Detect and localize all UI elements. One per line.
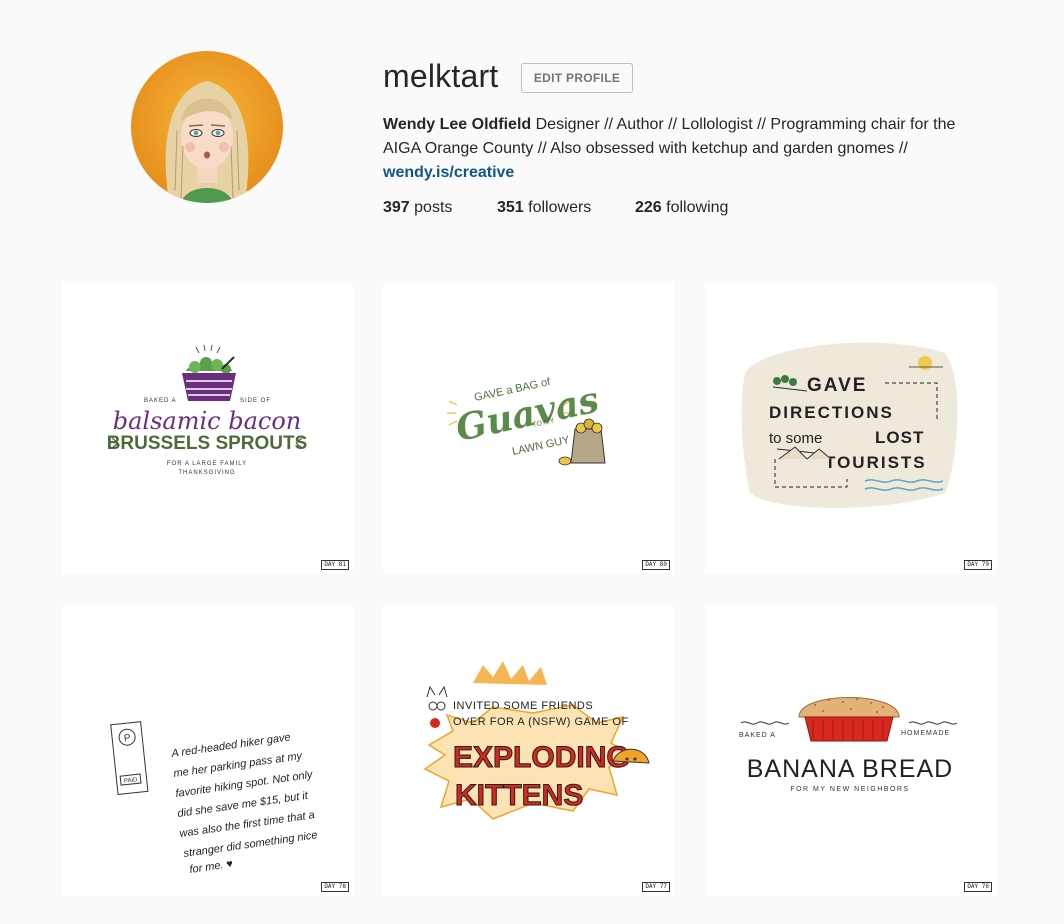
edit-profile-button[interactable]: EDIT PROFILE — [521, 63, 633, 93]
post-illustration: P PAID A red-headed hiker gave me her pa… — [110, 721, 318, 876]
post-text-line: BAKED A — [739, 732, 776, 739]
post-thumbnail[interactable]: BAKED A SIDE OF balsamic bacon BRUSSELS … — [62, 283, 353, 574]
post-text-line: BRUSSELS SPROUTS — [107, 433, 308, 454]
day-tag: DAY 81 — [321, 560, 349, 570]
post-text-line: balsamic bacon — [113, 407, 302, 435]
day-tag: DAY 77 — [642, 882, 670, 892]
post-illustration: GAVE a BAG of Guavas TO MY LAWN GUY — [447, 376, 606, 466]
post-text-line: BAKED A — [144, 398, 177, 404]
post-text-line: FOR MY NEW NEIGHBORS — [790, 786, 909, 793]
day-tag: DAY 79 — [964, 560, 992, 570]
following-stat[interactable]: 226 following — [635, 199, 728, 217]
profile-bio: Wendy Lee Oldfield Designer // Author //… — [383, 113, 993, 185]
followers-stat[interactable]: 351 followers — [497, 199, 591, 217]
posts-count: 397 — [383, 199, 410, 216]
followers-label: followers — [528, 199, 592, 216]
post-text-line: GAVE — [807, 375, 867, 396]
profile-username: melktart — [383, 58, 499, 94]
post-text-line: FOR A LARGE FAMILY — [167, 461, 247, 467]
profile-full-name: Wendy Lee Oldfield — [383, 116, 532, 133]
post-text-line: INVITED SOME FRIENDS — [453, 700, 593, 712]
post-text-line: OVER FOR A (NSFW) GAME OF — [453, 716, 629, 728]
post-thumbnail[interactable]: P PAID A red-headed hiker gave me her pa… — [62, 605, 353, 896]
post-text-line: LAWN GUY — [511, 434, 571, 458]
post-text-line: TOURISTS — [825, 453, 927, 472]
profile-avatar[interactable] — [131, 51, 283, 203]
post-thumbnail[interactable]: INVITED SOME FRIENDS OVER FOR A (NSFW) G… — [383, 605, 674, 896]
post-thumbnail[interactable]: GAVE a BAG of Guavas TO MY LAWN GUY DAY … — [383, 283, 674, 574]
post-text-line: SIDE OF — [240, 398, 271, 404]
following-count: 226 — [635, 199, 662, 216]
post-text-line: HOMEMADE — [901, 730, 950, 737]
post-illustration: BAKED A HOMEMADE BANANA BREAD FOR MY NEW… — [739, 697, 958, 793]
post-illustration: GAVE DIRECTIONS to some LOST TOURISTS — [741, 342, 958, 508]
post-text-line: THANKSGIVING — [178, 470, 235, 476]
profile-website-link[interactable]: wendy.is/creative — [383, 161, 993, 185]
followers-count: 351 — [497, 199, 524, 216]
day-tag: DAY 76 — [964, 882, 992, 892]
post-text-line: for me. ♥ — [189, 858, 234, 876]
post-text-line: LOST — [875, 428, 924, 447]
post-text-line: BANANA BREAD — [747, 755, 954, 783]
post-text-line: KITTENS — [455, 779, 583, 812]
post-thumbnail[interactable]: GAVE DIRECTIONS to some LOST TOURISTS DA… — [705, 283, 996, 574]
post-illustration: BAKED A SIDE OF balsamic bacon BRUSSELS … — [107, 344, 308, 476]
day-tag: DAY 78 — [321, 882, 349, 892]
following-label: following — [666, 199, 729, 216]
post-text-line: EXPLODING — [453, 741, 630, 774]
post-text-line: DIRECTIONS — [769, 403, 894, 422]
day-tag: DAY 80 — [642, 560, 670, 570]
post-illustration: INVITED SOME FRIENDS OVER FOR A (NSFW) G… — [423, 661, 650, 820]
post-text-line: to some — [769, 430, 822, 447]
posts-label: posts — [414, 199, 453, 216]
post-thumbnail[interactable]: BAKED A HOMEMADE BANANA BREAD FOR MY NEW… — [705, 605, 996, 896]
avatar-illustration — [131, 51, 283, 203]
posts-count-stat: 397 posts — [383, 199, 452, 217]
